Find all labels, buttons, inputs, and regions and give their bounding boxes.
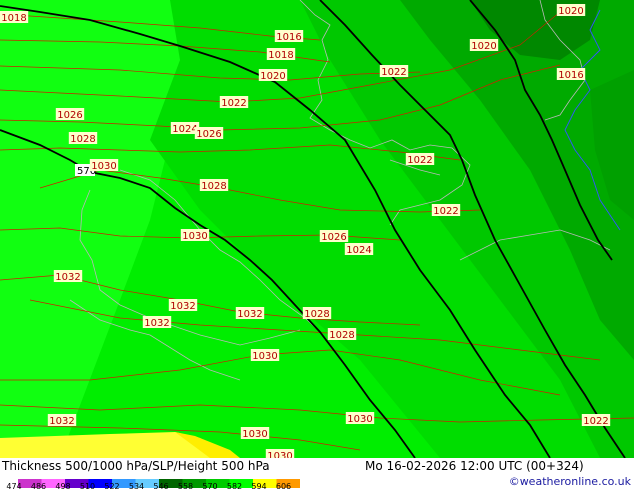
isobar-label: 1026 — [321, 232, 346, 243]
isobar-label: 1016 — [276, 32, 301, 43]
isobar-label: 1028 — [201, 181, 226, 192]
credit-link[interactable]: ©weatheronline.co.uk — [509, 475, 631, 488]
isobar-label: 1028 — [70, 134, 95, 145]
isobar-label: 1030 — [91, 161, 116, 172]
isobar-label: 1022 — [407, 155, 432, 166]
isobar-label: 1032 — [55, 272, 80, 283]
isobar-label: 1024 — [346, 245, 371, 256]
isobar-label: 1030 — [267, 451, 292, 458]
isobar-label: 1022 — [221, 98, 246, 109]
isobar-label: 1018 — [1, 13, 26, 24]
legend-color-bar — [18, 473, 301, 488]
isobar-label: 1020 — [471, 41, 496, 52]
isobar-label: 1026 — [57, 110, 82, 121]
isobar-label: 1026 — [196, 129, 221, 140]
isobar-label: 1016 — [558, 70, 583, 81]
weather-map: 570 1018 1016 1018 1020 1020 1020 1016 1022 1022… — [0, 0, 634, 458]
isobar-label: 1030 — [252, 351, 277, 362]
valid-time: Mo 16-02-2026 12:00 UTC (00+324) — [365, 459, 584, 473]
isobar-label: 1024 — [172, 124, 197, 135]
isobar-label: 1032 — [144, 318, 169, 329]
isobar-label: 1020 — [558, 6, 583, 17]
isobar-label: 1030 — [182, 231, 207, 242]
isobar-label: 1022 — [583, 416, 608, 427]
isobar-label: 1030 — [242, 429, 267, 440]
isobar-label: 1018 — [268, 50, 293, 61]
isobar-label: 1022 — [381, 67, 406, 78]
isobar-label: 1032 — [170, 301, 195, 312]
isobar-label: 1028 — [304, 309, 329, 320]
map-canvas: 570 101810161018102010201020101610221022… — [0, 0, 634, 458]
isobar-label: 1032 — [237, 309, 262, 320]
isobar-label: 1020 — [260, 71, 285, 82]
isobar-label: 1030 — [347, 414, 372, 425]
map-title: Thickness 500/1000 hPa/SLP/Height 500 hP… — [2, 459, 270, 473]
isobar-label: 1028 — [329, 330, 354, 341]
isobar-label: 1022 — [433, 206, 458, 217]
isobar-label: 1032 — [49, 416, 74, 427]
